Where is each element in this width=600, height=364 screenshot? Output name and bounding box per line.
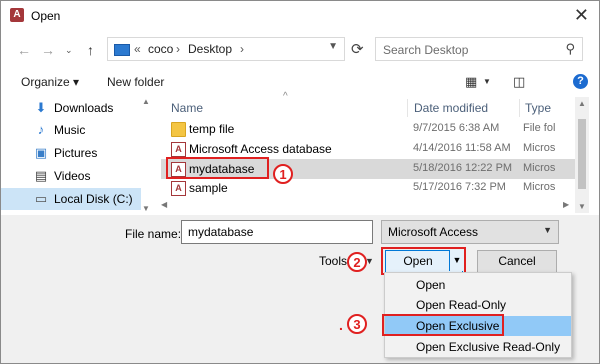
- file-type-value: Microsoft Access: [388, 225, 479, 239]
- navigation-pane: ⬇ Downloads ♪ Music ▣ Pictures ▤ Videos …: [1, 97, 151, 213]
- view-options-icon[interactable]: ▦: [465, 74, 477, 90]
- file-row-sample[interactable]: A sample 5/17/2016 7:32 PM Micros: [161, 178, 575, 198]
- nav-item-label: Local Disk (C:): [54, 192, 133, 206]
- scroll-down-icon[interactable]: ▼: [142, 204, 150, 213]
- file-type: Micros: [523, 181, 556, 193]
- column-header-name[interactable]: Name: [171, 101, 203, 115]
- column-divider[interactable]: [407, 99, 408, 117]
- file-type: Micros: [523, 142, 556, 154]
- computer-icon: [114, 44, 130, 56]
- annotation-box-open: [381, 247, 466, 275]
- scroll-up-icon[interactable]: ▲: [142, 97, 150, 106]
- sort-ascending-icon: ^: [283, 91, 288, 102]
- annotation-step-1: 1: [273, 164, 293, 184]
- search-placeholder: Search Desktop: [383, 43, 469, 57]
- title-bar: A Open ✕: [1, 1, 599, 31]
- search-input[interactable]: Search Desktop ⚲: [375, 37, 583, 61]
- forward-arrow-icon[interactable]: →: [41, 39, 55, 61]
- nav-item-label: Pictures: [54, 146, 98, 160]
- drive-icon: ▭: [34, 191, 48, 206]
- close-icon[interactable]: ✕: [574, 5, 589, 25]
- file-type: Micros: [523, 162, 556, 174]
- nav-item-label: Downloads: [54, 101, 114, 115]
- scroll-right-icon[interactable]: ▶: [563, 200, 569, 209]
- annotation-dot: .: [339, 317, 343, 333]
- annotation-step-2: 2: [347, 252, 367, 272]
- recent-locations-chevron-icon[interactable]: ⌄: [65, 39, 73, 61]
- chevron-down-icon[interactable]: ▼: [483, 77, 491, 86]
- annotation-step-3: 3: [347, 314, 367, 334]
- annotation-box-file: [166, 157, 269, 179]
- scroll-left-icon[interactable]: ◀: [161, 200, 167, 209]
- menu-item-open[interactable]: Open: [385, 275, 571, 295]
- menu-item-open-exclusive-read-only[interactable]: Open Exclusive Read-Only: [385, 337, 571, 357]
- annotation-box-exclusive: [382, 314, 504, 336]
- menu-item-label: Open Exclusive Read-Only: [416, 340, 561, 354]
- nav-item-local-disk[interactable]: ▭ Local Disk (C:): [1, 188, 141, 210]
- command-bar: Organize ▾ New folder ▦ ▼ ◫ ?: [1, 69, 599, 95]
- file-name-label: File name:: [125, 227, 182, 241]
- file-name-input[interactable]: mydatabase: [181, 220, 373, 244]
- column-header-date[interactable]: Date modified: [414, 101, 488, 115]
- access-file-icon: A: [171, 142, 186, 157]
- file-name: temp file: [189, 122, 235, 136]
- menu-item-label: Open: [416, 278, 446, 292]
- breadcrumb-separator: ›: [240, 42, 244, 56]
- scroll-down-icon[interactable]: ▼: [578, 202, 586, 211]
- file-name: sample: [189, 181, 228, 195]
- breadcrumb-overflow[interactable]: «: [134, 42, 141, 56]
- file-name: Microsoft Access database: [189, 142, 332, 156]
- window-title: Open: [31, 9, 61, 23]
- file-date: 4/14/2016 11:58 AM: [413, 142, 511, 154]
- nav-item-pictures[interactable]: ▣ Pictures: [1, 142, 141, 164]
- chevron-down-icon[interactable]: ▼: [543, 225, 552, 235]
- refresh-icon[interactable]: ⟳: [351, 40, 364, 58]
- file-type: File fol: [523, 122, 556, 134]
- nav-item-downloads[interactable]: ⬇ Downloads: [1, 97, 141, 119]
- menu-item-label: Open Read-Only: [416, 298, 507, 312]
- file-row-access-database[interactable]: A Microsoft Access database 4/14/2016 11…: [161, 139, 575, 159]
- access-file-icon: A: [171, 181, 186, 196]
- file-date: 5/17/2016 7:32 PM: [413, 181, 506, 193]
- pictures-icon: ▣: [34, 145, 48, 160]
- download-arrow-icon: ⬇: [35, 100, 47, 115]
- file-date: 5/18/2016 12:22 PM: [413, 162, 513, 174]
- nav-pane-scrollbar[interactable]: ▲ ▼: [141, 97, 151, 213]
- column-divider[interactable]: [519, 99, 520, 117]
- back-arrow-icon[interactable]: ←: [17, 39, 31, 61]
- scroll-up-icon[interactable]: ▲: [578, 99, 586, 108]
- help-icon[interactable]: ?: [573, 74, 588, 89]
- up-arrow-icon[interactable]: ↑: [87, 39, 94, 61]
- breadcrumb-coco[interactable]: coco: [148, 42, 173, 56]
- file-list-scrollbar[interactable]: ▲ ▼: [575, 97, 589, 213]
- scrollbar-thumb[interactable]: [578, 119, 586, 189]
- nav-item-label: Music: [54, 123, 86, 137]
- file-date: 9/7/2015 6:38 AM: [413, 122, 500, 134]
- chevron-down-icon[interactable]: ▼: [328, 41, 338, 52]
- nav-item-music[interactable]: ♪ Music: [1, 119, 141, 141]
- menu-item-open-read-only[interactable]: Open Read-Only: [385, 295, 571, 315]
- column-header-type[interactable]: Type: [525, 101, 551, 115]
- file-type-select[interactable]: Microsoft Access ▼: [381, 220, 559, 244]
- film-icon: ▤: [34, 168, 48, 183]
- music-note-icon: ♪: [37, 122, 45, 137]
- new-folder-button[interactable]: New folder: [107, 75, 164, 89]
- search-icon[interactable]: ⚲: [565, 41, 575, 57]
- breadcrumb-separator: ›: [176, 42, 180, 56]
- access-app-icon: A: [10, 8, 24, 22]
- nav-item-videos[interactable]: ▤ Videos: [1, 165, 141, 187]
- chevron-down-icon[interactable]: ▼: [365, 256, 374, 266]
- breadcrumb-desktop[interactable]: Desktop: [188, 42, 232, 56]
- organize-button[interactable]: Organize ▾: [21, 75, 79, 89]
- open-dialog: A Open ✕ ← → ⌄ ↑ « coco › Desktop › ▼ ⟳ …: [0, 0, 600, 364]
- nav-item-label: Videos: [54, 169, 91, 183]
- address-bar[interactable]: « coco › Desktop › ▼: [107, 37, 345, 61]
- tools-button[interactable]: Tools: [319, 254, 347, 268]
- folder-icon: [171, 122, 186, 137]
- preview-pane-icon[interactable]: ◫: [513, 74, 525, 90]
- cancel-button[interactable]: Cancel: [477, 250, 557, 273]
- file-row-temp-file[interactable]: temp file 9/7/2015 6:38 AM File fol: [161, 119, 575, 139]
